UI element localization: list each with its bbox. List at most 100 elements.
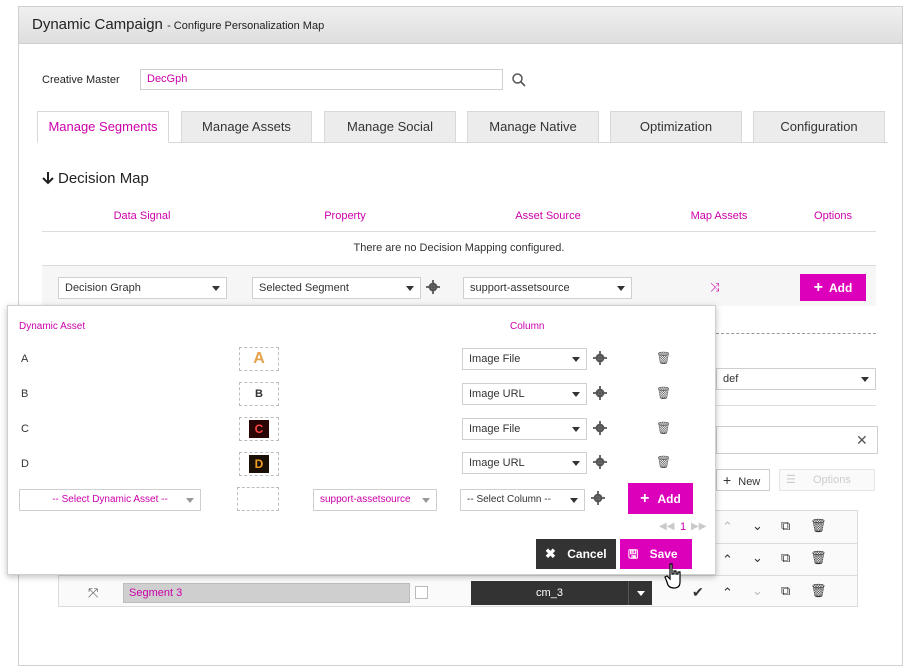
- asset-label: A: [21, 353, 29, 365]
- new-button[interactable]: + New: [716, 469, 770, 491]
- creative-master-input[interactable]: DecGph: [140, 69, 503, 90]
- new-column-select[interactable]: -- Select Column --: [460, 489, 585, 511]
- plus-icon: +: [813, 279, 823, 296]
- chevron-down-icon: [572, 461, 580, 466]
- arrow-down-icon[interactable]: [42, 171, 54, 185]
- column-select[interactable]: Image File: [462, 348, 587, 370]
- options-button-label: Options: [812, 474, 851, 486]
- segment-name-field[interactable]: Segment 3: [123, 583, 410, 603]
- property-select[interactable]: Selected Segment: [252, 277, 421, 299]
- expand-icon[interactable]: ⤧: [88, 585, 98, 601]
- empty-message: There are no Decision Mapping configured…: [353, 242, 565, 254]
- checkmark-icon[interactable]: ✔: [692, 584, 704, 601]
- trash-icon[interactable]: 🗑: [656, 351, 671, 365]
- move-down-icon[interactable]: ⌄: [752, 518, 763, 534]
- segment-select-dropdown[interactable]: [628, 581, 652, 605]
- page-number[interactable]: 1: [680, 521, 686, 533]
- chevron-down-icon: [186, 498, 194, 503]
- column-select[interactable]: Image URL: [462, 452, 587, 474]
- column-select-value: Image File: [469, 353, 521, 365]
- def-divider: [716, 405, 876, 406]
- search-icon[interactable]: [511, 72, 527, 88]
- column-select[interactable]: Image URL: [462, 383, 587, 405]
- chevron-down-icon: [861, 377, 869, 382]
- creative-master-label: Creative Master: [42, 74, 120, 86]
- segment-value-select[interactable]: cm_3: [471, 581, 628, 605]
- add-asset-button[interactable]: + Add: [628, 483, 693, 514]
- segment-row-divider: [58, 575, 858, 576]
- page-subtitle: - Configure Personalization Map: [167, 20, 325, 32]
- popup-header-column: Column: [510, 321, 545, 332]
- move-up-icon[interactable]: ⌃: [722, 585, 733, 601]
- trash-icon[interactable]: 🗑: [656, 421, 671, 435]
- def-select-value: def: [723, 373, 739, 385]
- close-icon[interactable]: ✕: [856, 432, 868, 449]
- tab-manage-assets[interactable]: Manage Assets: [181, 111, 312, 143]
- chevron-down-icon: [570, 498, 578, 503]
- trash-icon[interactable]: 🗑: [810, 518, 827, 534]
- shuffle-icon[interactable]: ⤨: [710, 280, 720, 295]
- page-title-text: Dynamic Campaign: [32, 16, 163, 33]
- col-data-signal: Data Signal: [113, 210, 171, 222]
- gear-icon[interactable]: [593, 351, 607, 365]
- column-select[interactable]: Image File: [462, 418, 587, 440]
- trash-icon[interactable]: 🗑: [810, 550, 827, 566]
- chevron-down-icon: [422, 498, 430, 503]
- trash-icon[interactable]: 🗑: [656, 386, 671, 400]
- chevron-down-icon: [212, 286, 220, 291]
- trash-icon[interactable]: 🗑: [810, 583, 827, 599]
- decision-map-title: Decision Map: [58, 170, 149, 187]
- new-asset-source-select[interactable]: support-assetsource: [313, 489, 437, 511]
- tab-configuration[interactable]: Configuration: [753, 111, 885, 143]
- trash-icon[interactable]: 🗑: [656, 455, 671, 469]
- copy-icon[interactable]: ⧉: [781, 518, 790, 534]
- chevron-down-icon: [637, 591, 645, 596]
- dynamic-asset-popup: [7, 305, 716, 575]
- cancel-button[interactable]: ✖ Cancel: [536, 539, 616, 569]
- tab-manage-segments[interactable]: Manage Segments: [37, 111, 169, 143]
- chevron-down-icon: [572, 392, 580, 397]
- dynamic-asset-select[interactable]: -- Select Dynamic Asset --: [19, 489, 201, 511]
- plus-icon: +: [640, 490, 650, 507]
- def-select[interactable]: def: [716, 368, 876, 390]
- asset-thumbnail-frame: C: [239, 417, 279, 441]
- plus-icon: +: [723, 472, 732, 488]
- first-page-icon[interactable]: ◀◀: [659, 521, 674, 532]
- tab-manage-native[interactable]: Manage Native: [467, 111, 599, 143]
- asset-label: B: [21, 388, 29, 400]
- asset-thumbnail: D: [249, 455, 269, 473]
- move-down-icon[interactable]: ⌄: [752, 550, 763, 566]
- cancel-label: Cancel: [567, 547, 607, 561]
- asset-thumbnail-frame: D: [239, 452, 279, 476]
- hand-cursor-icon: [664, 563, 681, 589]
- col-property: Property: [324, 210, 366, 222]
- new-asset-thumbnail: [237, 487, 279, 511]
- save-label: Save: [649, 547, 678, 561]
- add-asset-label: Add: [657, 492, 681, 506]
- gear-icon[interactable]: [593, 455, 607, 469]
- dynamic-asset-placeholder: -- Select Dynamic Asset --: [52, 494, 168, 505]
- gear-icon[interactable]: [591, 491, 605, 505]
- gear-icon[interactable]: [593, 421, 607, 435]
- property-value: Selected Segment: [259, 282, 349, 294]
- new-asset-source-value: support-assetsource: [320, 494, 411, 505]
- last-page-icon[interactable]: ▶▶: [691, 521, 706, 532]
- tab-manage-social[interactable]: Manage Social: [324, 111, 456, 143]
- chevron-down-icon: [572, 427, 580, 432]
- tab-optimization[interactable]: Optimization: [610, 111, 742, 143]
- copy-icon[interactable]: ⧉: [781, 550, 790, 566]
- gear-icon[interactable]: [426, 280, 440, 294]
- move-up-icon[interactable]: ⌃: [722, 552, 733, 568]
- asset-source-select[interactable]: support-assetsource: [463, 277, 632, 299]
- move-up-icon[interactable]: ⌃: [722, 519, 733, 535]
- copy-icon[interactable]: ⧉: [781, 583, 790, 599]
- page-title: Dynamic Campaign - Configure Personaliza…: [32, 16, 324, 33]
- segment-checkbox[interactable]: [415, 586, 428, 599]
- gear-icon[interactable]: [593, 386, 607, 400]
- filter-input[interactable]: [716, 426, 878, 454]
- options-button[interactable]: ☰ Options: [779, 469, 875, 491]
- data-signal-select[interactable]: Decision Graph: [58, 277, 227, 299]
- add-mapping-label: Add: [829, 281, 853, 295]
- add-mapping-button[interactable]: + Add: [800, 274, 866, 301]
- move-down-icon[interactable]: ⌄: [752, 583, 763, 599]
